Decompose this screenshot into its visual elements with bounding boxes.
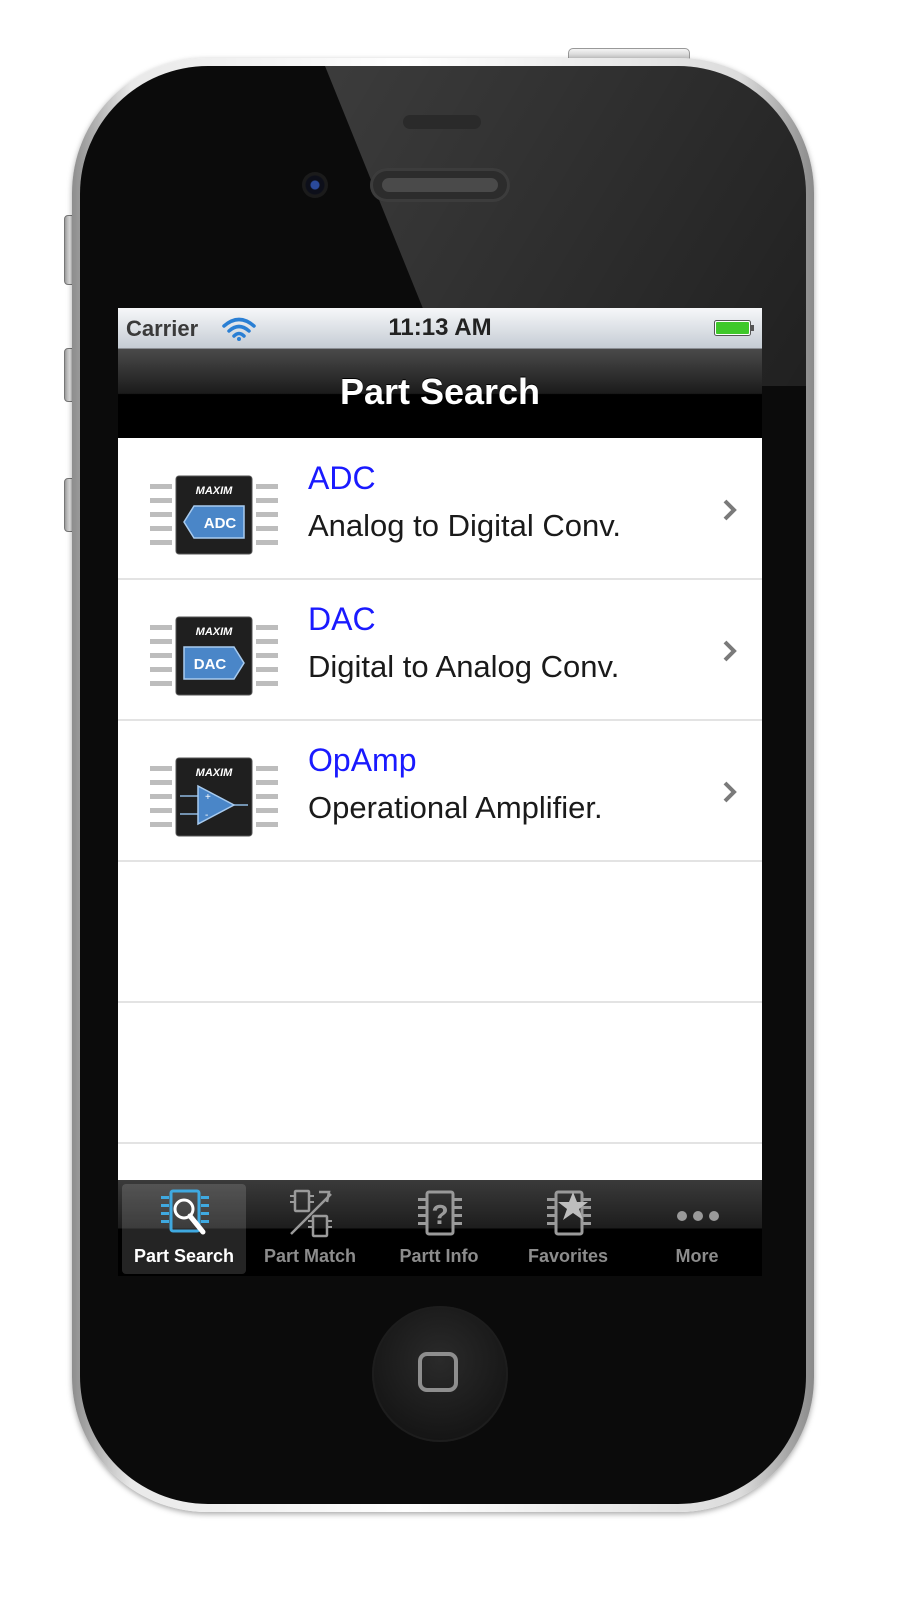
chevron-right-icon bbox=[723, 499, 737, 521]
list-item-adc[interactable]: MAXIM ADC ADC Analog to Digital Conv. bbox=[118, 438, 762, 580]
more-dots-icon bbox=[677, 1211, 719, 1221]
list-item-dac[interactable]: MAXIM DAC DAC Digital to Analog Conv. bbox=[118, 579, 762, 721]
tab-part-search[interactable]: Part Search bbox=[122, 1184, 246, 1274]
chip-info-icon: ? bbox=[418, 1190, 462, 1236]
tab-label: Part Match bbox=[263, 1246, 357, 1266]
chip-search-icon bbox=[161, 1189, 209, 1235]
proximity-sensor bbox=[403, 115, 481, 129]
front-camera-icon bbox=[302, 172, 328, 198]
tab-label: Partt Info bbox=[399, 1246, 479, 1266]
row-subtitle: Analog to Digital Conv. bbox=[308, 508, 622, 543]
adc-chip-icon: MAXIM ADC bbox=[150, 475, 278, 555]
tab-label: Favorites bbox=[527, 1246, 609, 1266]
home-button[interactable] bbox=[372, 1306, 508, 1442]
part-list: MAXIM ADC ADC Analog to Digital Conv. MA… bbox=[118, 438, 762, 1180]
row-subtitle: Operational Amplifier. bbox=[308, 790, 603, 825]
svg-text:?: ? bbox=[431, 1199, 448, 1230]
svg-text:+: + bbox=[205, 792, 211, 803]
tab-part-match[interactable]: Part Match bbox=[248, 1184, 372, 1274]
home-square-icon bbox=[418, 1352, 458, 1392]
navigation-bar: Part Search bbox=[118, 349, 762, 438]
row-title: OpAmp bbox=[308, 742, 417, 778]
tab-label: Part Search bbox=[133, 1246, 235, 1266]
tab-label: More bbox=[675, 1246, 719, 1266]
tab-favorites[interactable]: Favorites bbox=[506, 1184, 630, 1274]
row-title: DAC bbox=[308, 601, 376, 637]
page-title: Part Search bbox=[339, 371, 541, 412]
empty-row bbox=[118, 861, 762, 1003]
app-screen: Carrier 11:13 AM Part Search MAXIM ADC A… bbox=[118, 308, 762, 1276]
opamp-chip-icon: MAXIM + - bbox=[150, 757, 278, 837]
svg-text:MAXIM: MAXIM bbox=[196, 485, 234, 497]
tab-bar: Part Search Part Match ? Partt Info Favo… bbox=[118, 1180, 762, 1276]
dac-chip-icon: MAXIM DAC bbox=[150, 616, 278, 696]
status-bar: Carrier 11:13 AM bbox=[118, 308, 762, 349]
earpiece-speaker bbox=[370, 168, 510, 202]
svg-text:ADC: ADC bbox=[204, 515, 237, 532]
clock: 11:13 AM bbox=[388, 314, 492, 341]
battery-icon bbox=[714, 320, 754, 336]
chip-match-icon bbox=[290, 1189, 332, 1238]
row-title: ADC bbox=[308, 460, 376, 496]
svg-text:MAXIM: MAXIM bbox=[196, 626, 234, 638]
chip-star-icon bbox=[547, 1190, 591, 1236]
svg-text:DAC: DAC bbox=[194, 656, 227, 673]
svg-text:-: - bbox=[205, 810, 208, 821]
svg-text:MAXIM: MAXIM bbox=[196, 767, 234, 779]
list-item-opamp[interactable]: MAXIM + - OpAmp Operational Amplifier. bbox=[118, 720, 762, 862]
chevron-right-icon bbox=[723, 781, 737, 803]
tab-more[interactable]: More bbox=[635, 1184, 759, 1274]
chevron-right-icon bbox=[723, 640, 737, 662]
tab-part-info[interactable]: ? Partt Info bbox=[377, 1184, 501, 1274]
empty-row bbox=[118, 1002, 762, 1144]
row-subtitle: Digital to Analog Conv. bbox=[308, 649, 620, 684]
